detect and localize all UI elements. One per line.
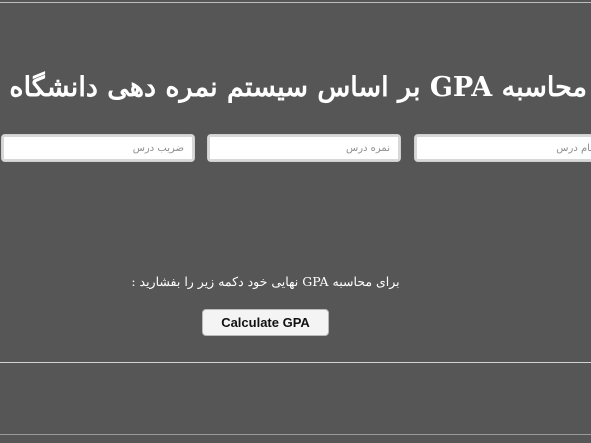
page: محاسبه GPA بر اساس سیستم نمره دهی دانشگا… — [0, 0, 591, 443]
calculate-gpa-button[interactable]: Calculate GPA — [202, 309, 329, 336]
page-title: محاسبه GPA بر اساس سیستم نمره دهی دانشگا… — [0, 72, 587, 103]
course-coefficient-input[interactable] — [1, 134, 195, 162]
course-name-input[interactable] — [414, 134, 591, 162]
bottom-divider — [0, 434, 591, 435]
top-divider — [0, 2, 591, 3]
section-divider — [0, 362, 591, 363]
instruction-text: برای محاسبه GPA نهایی خود دکمه زیر را بف… — [131, 274, 400, 289]
course-grade-input[interactable] — [207, 134, 401, 162]
